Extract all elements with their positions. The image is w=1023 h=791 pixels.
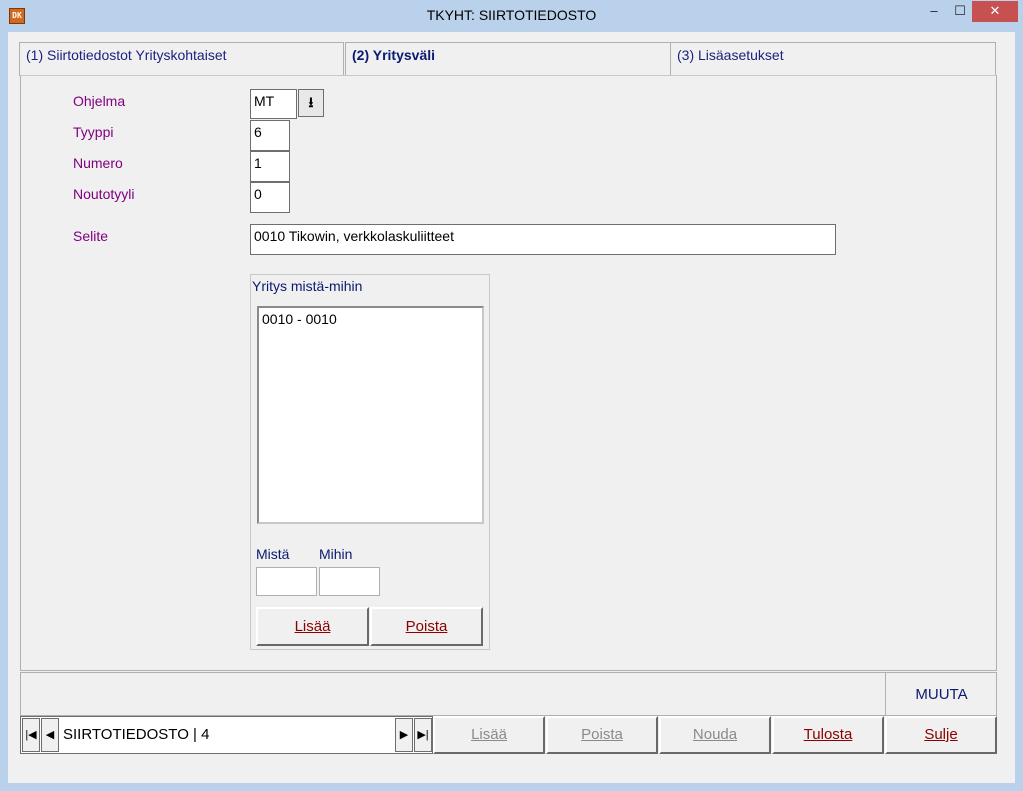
selite-field[interactable]: 0010 Tikowin, verkkolaskuliitteet bbox=[250, 224, 836, 255]
ohjelma-field[interactable]: MT bbox=[250, 89, 297, 119]
arrow-down-icon: ⭳ bbox=[308, 94, 314, 110]
toolbar-remove-label: Poista bbox=[581, 726, 623, 743]
client-area: (1) Siirtotiedostot Yrityskohtaiset (2) … bbox=[8, 32, 1015, 783]
tyyppi-field[interactable]: 6 bbox=[250, 120, 290, 151]
selite-label: Selite bbox=[73, 228, 109, 244]
mihin-label: Mihin bbox=[319, 546, 353, 562]
mode-indicator: MUUTA bbox=[885, 673, 997, 715]
ohjelma-dropdown-button[interactable]: ⭳ bbox=[298, 89, 324, 117]
close-window-button[interactable]: ✕ bbox=[972, 1, 1018, 22]
tyyppi-label: Tyyppi bbox=[73, 124, 114, 140]
next-record-button[interactable]: ▶ bbox=[395, 718, 413, 752]
toolbar-add-label: Lisää bbox=[471, 726, 507, 743]
toolbar-print-label: Tulosta bbox=[803, 726, 853, 743]
toolbar-remove-button[interactable]: Poista bbox=[546, 716, 658, 754]
first-record-button[interactable]: |◀ bbox=[22, 718, 40, 752]
toolbar-fetch-button[interactable]: Nouda bbox=[659, 716, 771, 754]
tab-lisaasetukset[interactable]: (3) Lisäasetukset bbox=[670, 42, 996, 76]
toolbar-close-label: Sulje bbox=[924, 726, 958, 743]
tab-yritysvali[interactable]: (2) Yritysväli bbox=[345, 42, 671, 76]
numero-label: Numero bbox=[73, 155, 123, 171]
list-item[interactable]: 0010 - 0010 bbox=[262, 310, 479, 328]
status-area: MUUTA bbox=[20, 672, 997, 716]
company-range-title: Yritys mistä-mihin bbox=[252, 278, 363, 294]
window-title: TKYHT: SIIRTOTIEDOSTO bbox=[426, 7, 597, 23]
ohjelma-label: Ohjelma bbox=[73, 93, 126, 109]
company-range-list[interactable]: 0010 - 0010 bbox=[257, 306, 484, 524]
company-range-group: Yritys mistä-mihin 0010 - 0010 Mistä Mih… bbox=[250, 274, 490, 650]
maximize-button[interactable]: ☐ bbox=[945, 1, 975, 22]
tab-panel: Ohjelma MT ⭳ Tyyppi 6 Numero 1 Noutotyyl… bbox=[20, 75, 997, 671]
mihin-field[interactable] bbox=[319, 567, 380, 596]
title-bar: DK TKYHT: SIIRTOTIEDOSTO ‒ ☐ ✕ bbox=[0, 0, 1023, 32]
range-remove-button-label: Poista bbox=[405, 618, 448, 635]
toolbar-add-button[interactable]: Lisää bbox=[433, 716, 545, 754]
noutotyyli-field[interactable]: 0 bbox=[250, 182, 290, 213]
last-record-button[interactable]: ▶| bbox=[414, 718, 432, 752]
numero-field[interactable]: 1 bbox=[250, 151, 290, 182]
prev-record-button[interactable]: ◀ bbox=[41, 718, 59, 752]
range-add-button[interactable]: Lisää bbox=[256, 607, 369, 646]
navigator-text: SIIRTOTIEDOSTO | 4 bbox=[63, 726, 210, 743]
range-add-button-label: Lisää bbox=[294, 618, 331, 635]
mista-label: Mistä bbox=[256, 546, 290, 562]
toolbar-close-button[interactable]: Sulje bbox=[885, 716, 997, 754]
range-remove-button[interactable]: Poista bbox=[370, 607, 483, 646]
record-navigator: |◀ ◀ SIIRTOTIEDOSTO | 4 ▶ ▶| bbox=[20, 716, 433, 754]
tab-siirtotiedostot[interactable]: (1) Siirtotiedostot Yrityskohtaiset bbox=[19, 42, 344, 76]
toolbar-print-button[interactable]: Tulosta bbox=[772, 716, 884, 754]
toolbar-fetch-label: Nouda bbox=[692, 726, 738, 743]
mista-field[interactable] bbox=[256, 567, 317, 596]
noutotyyli-label: Noutotyyli bbox=[73, 186, 135, 202]
